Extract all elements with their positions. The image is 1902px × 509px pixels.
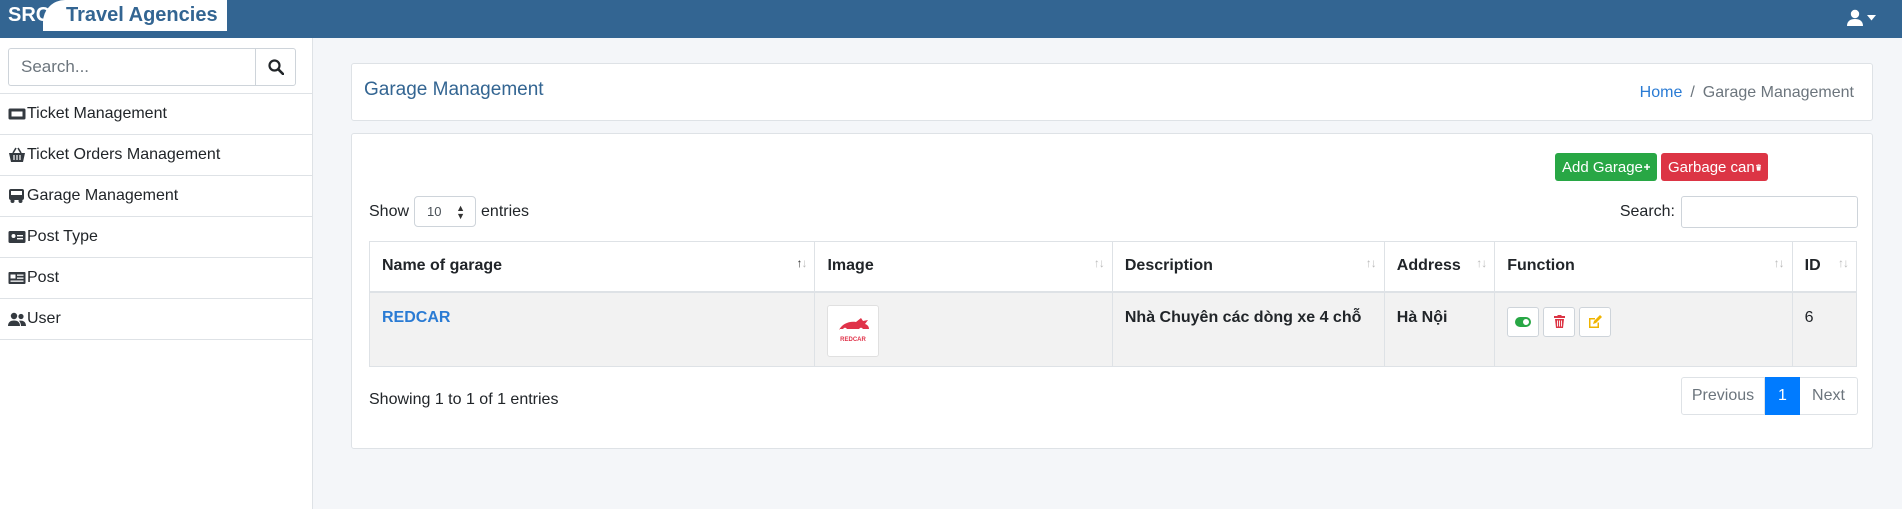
table-info: Showing 1 to 1 of 1 entries <box>369 391 559 408</box>
sidebar-item-label: User <box>27 310 61 327</box>
toggle-on-icon <box>1515 316 1532 327</box>
bus-icon <box>9 189 24 203</box>
sidebar-item-label: Garage Management <box>27 187 179 204</box>
garage-name-link[interactable]: REDCAR <box>382 309 450 326</box>
caret-down-icon <box>1867 14 1876 20</box>
column-header-label: ID <box>1804 257 1821 275</box>
sidebar-item-garage-management[interactable]: Garage Management <box>0 176 313 217</box>
show-entries: Show 10 ▲ ▼ entries <box>369 196 529 227</box>
sort-icon: ↑↓ <box>1773 256 1785 270</box>
column-header-label: Description <box>1124 257 1213 275</box>
cell-address: Hà Nội <box>1383 291 1496 367</box>
sidebar-search-input[interactable] <box>8 48 255 86</box>
column-header-label: Name of garage <box>382 257 503 275</box>
previous-page-button[interactable]: Previous <box>1681 377 1765 415</box>
plus-icon <box>1643 163 1650 171</box>
sort-asc-icon: ↑↓ <box>796 256 807 270</box>
table-search: Search: <box>1620 196 1858 228</box>
search-icon <box>267 59 284 75</box>
next-page-button[interactable]: Next <box>1800 377 1858 415</box>
select-arrows-icon: ▲ ▼ <box>456 203 466 221</box>
sidebar-item-ticket-orders[interactable]: Ticket Orders Management <box>0 135 313 176</box>
delete-button[interactable] <box>1543 306 1576 337</box>
page-1-button[interactable]: 1 <box>1765 377 1800 415</box>
top-navbar: SRC Travel Agencies <box>0 0 1902 38</box>
column-header-label: Image <box>827 257 874 275</box>
sidebar: Ticket Management Ticket Orders Manageme… <box>0 38 313 509</box>
newspaper-icon <box>8 272 26 284</box>
page-size-select[interactable]: 10 ▲ ▼ <box>414 196 477 227</box>
id-card-icon <box>8 231 26 243</box>
cell-description: Nhà Chuyên các dòng xe 4 chỗ <box>1111 291 1385 367</box>
column-header-id[interactable]: ID ↑↓ <box>1791 241 1858 293</box>
sidebar-item-label: Post Type <box>27 228 98 245</box>
column-header-name[interactable]: Name of garage ↑↓ <box>368 241 816 293</box>
column-header-label: Address <box>1396 257 1461 275</box>
sidebar-item-label: Ticket Orders Management <box>27 146 221 163</box>
cell-function <box>1494 291 1793 367</box>
breadcrumb-separator: / <box>1690 84 1695 101</box>
breadcrumb: Home / Garage Management <box>1640 84 1854 102</box>
sidebar-search-button[interactable] <box>255 48 296 86</box>
sort-icon: ↑↓ <box>1838 256 1849 270</box>
edit-icon <box>1589 314 1603 328</box>
column-header-address[interactable]: Address ↑↓ <box>1383 241 1496 293</box>
trash-icon <box>1553 315 1565 328</box>
table-search-label: Search: <box>1619 203 1675 220</box>
trash-icon <box>1755 163 1761 171</box>
sort-icon: ↑↓ <box>1365 256 1377 270</box>
sidebar-item-label: Post <box>27 269 60 286</box>
garbage-can-label: Garbage can <box>1668 158 1755 176</box>
sort-icon: ↑↓ <box>1093 256 1105 270</box>
cell-image: REDCAR <box>814 291 1113 367</box>
redcar-logo-image: REDCAR <box>839 317 870 343</box>
cell-id: 6 <box>1791 291 1858 367</box>
garage-card: Add Garage Garbage can Show 10 ▲ ▼ entrie… <box>351 133 1873 449</box>
page-title: Garage Management <box>364 79 544 100</box>
page-size-value: 10 <box>427 204 442 219</box>
basket-icon <box>9 147 25 162</box>
breadcrumb-current: Garage Management <box>1702 84 1854 101</box>
sidebar-item-user[interactable]: User <box>0 299 313 340</box>
sidebar-item-ticket-management[interactable]: Ticket Management <box>0 94 313 135</box>
toggle-status-button[interactable] <box>1507 306 1540 337</box>
breadcrumb-home-link[interactable]: Home <box>1640 84 1683 102</box>
add-garage-label: Add Garage <box>1562 158 1643 176</box>
sidebar-item-label: Ticket Management <box>27 105 167 122</box>
add-garage-button[interactable]: Add Garage <box>1555 153 1657 181</box>
sidebar-search <box>8 48 296 86</box>
sidebar-item-post-type[interactable]: Post Type <box>0 217 313 258</box>
ticket-icon <box>8 108 26 120</box>
show-label: Show <box>369 202 410 220</box>
column-header-description[interactable]: Description ↑↓ <box>1111 241 1385 293</box>
column-header-function[interactable]: Function ↑↓ <box>1494 241 1793 293</box>
sidebar-nav: Ticket Management Ticket Orders Manageme… <box>0 93 313 340</box>
brand-name: Travel Agencies <box>66 4 218 26</box>
pagination: Previous 1 Next <box>1681 377 1858 415</box>
table-header-row: Name of garage ↑↓ Image ↑↓ Description ↑↓ A… <box>368 241 1858 293</box>
garbage-can-button[interactable]: Garbage can <box>1661 153 1768 181</box>
brand-tab[interactable]: Travel Agencies <box>43 0 227 31</box>
user-icon <box>1847 9 1863 26</box>
redcar-logo-text: REDCAR <box>841 337 867 343</box>
column-header-image[interactable]: Image ↑↓ <box>814 241 1113 293</box>
sidebar-item-post[interactable]: Post <box>0 258 313 299</box>
cell-name: REDCAR <box>368 291 816 367</box>
sort-icon: ↑↓ <box>1476 256 1487 270</box>
page-header: Garage Management Home / Garage Manageme… <box>351 63 1873 121</box>
users-icon <box>8 312 26 326</box>
column-header-label: Function <box>1507 257 1575 275</box>
entries-label: entries <box>481 202 530 220</box>
table-row: REDCAR REDCAR Nhà Chuyên các dòng xe 4 c… <box>368 291 1858 367</box>
table-search-input[interactable] <box>1681 196 1858 228</box>
user-menu[interactable] <box>1847 9 1876 26</box>
garage-thumbnail: REDCAR <box>827 304 880 357</box>
function-buttons <box>1507 306 1779 337</box>
edit-button[interactable] <box>1579 306 1612 337</box>
garage-table: Name of garage ↑↓ Image ↑↓ Description ↑↓ A… <box>368 241 1858 367</box>
